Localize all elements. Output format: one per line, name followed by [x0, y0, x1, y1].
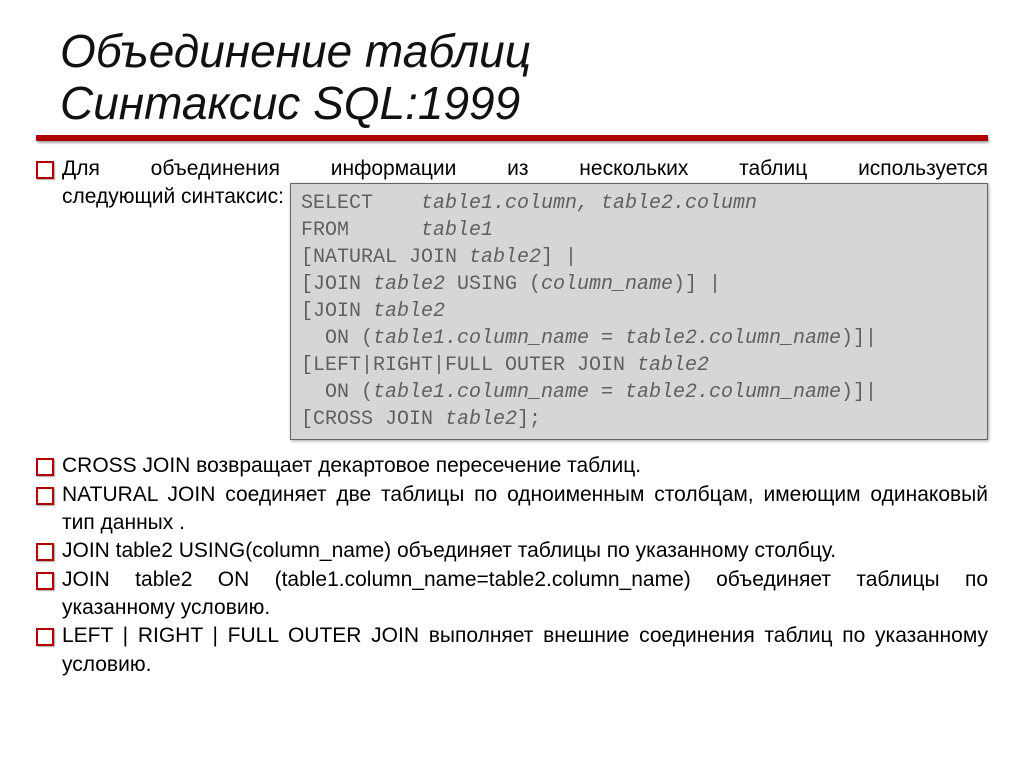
slide-content: Для объединения информации из нескольких…	[36, 155, 988, 679]
list-item: CROSS JOIN возвращает декартовое пересеч…	[36, 452, 988, 480]
bullet-list: CROSS JOIN возвращает декартовое пересеч…	[36, 452, 988, 679]
bullet-text: NATURAL JOIN соединяет две таблицы по од…	[62, 481, 988, 538]
bullet-icon	[36, 487, 62, 501]
bullet-text: JOIN table2 USING(column_name) объединяе…	[62, 537, 988, 565]
list-item: JOIN table2 USING(column_name) объединяе…	[36, 537, 988, 565]
bullet-text: JOIN table2 ON (table1.column_name=table…	[62, 566, 988, 623]
bullet-icon	[36, 161, 62, 175]
list-item: JOIN table2 ON (table1.column_name=table…	[36, 566, 988, 623]
list-item: LEFT | RIGHT | FULL OUTER JOIN выполняет…	[36, 622, 988, 679]
bullet-icon	[36, 458, 62, 472]
intro-text-block: Для объединения информации из нескольких…	[62, 155, 988, 440]
bullet-text: LEFT | RIGHT | FULL OUTER JOIN выполняет…	[62, 622, 988, 679]
title-underline	[36, 135, 988, 141]
bullet-icon	[36, 543, 62, 557]
bullet-icon	[36, 628, 62, 642]
title-line1: Объединение таблиц	[60, 25, 531, 77]
sql-code-block: SELECT table1.column, table2.column FROM…	[290, 183, 988, 440]
bullet-icon	[36, 572, 62, 586]
slide-title: Объединение таблиц Синтаксис SQL:1999	[60, 26, 988, 129]
intro-line2: следующий синтаксис:	[62, 183, 284, 211]
title-line2: Синтаксис SQL:1999	[60, 77, 520, 129]
intro-bullet: Для объединения информации из нескольких…	[36, 155, 988, 440]
bullet-text: CROSS JOIN возвращает декартовое пересеч…	[62, 452, 988, 480]
intro-line1: Для объединения информации из нескольких…	[62, 155, 988, 183]
list-item: NATURAL JOIN соединяет две таблицы по од…	[36, 481, 988, 538]
